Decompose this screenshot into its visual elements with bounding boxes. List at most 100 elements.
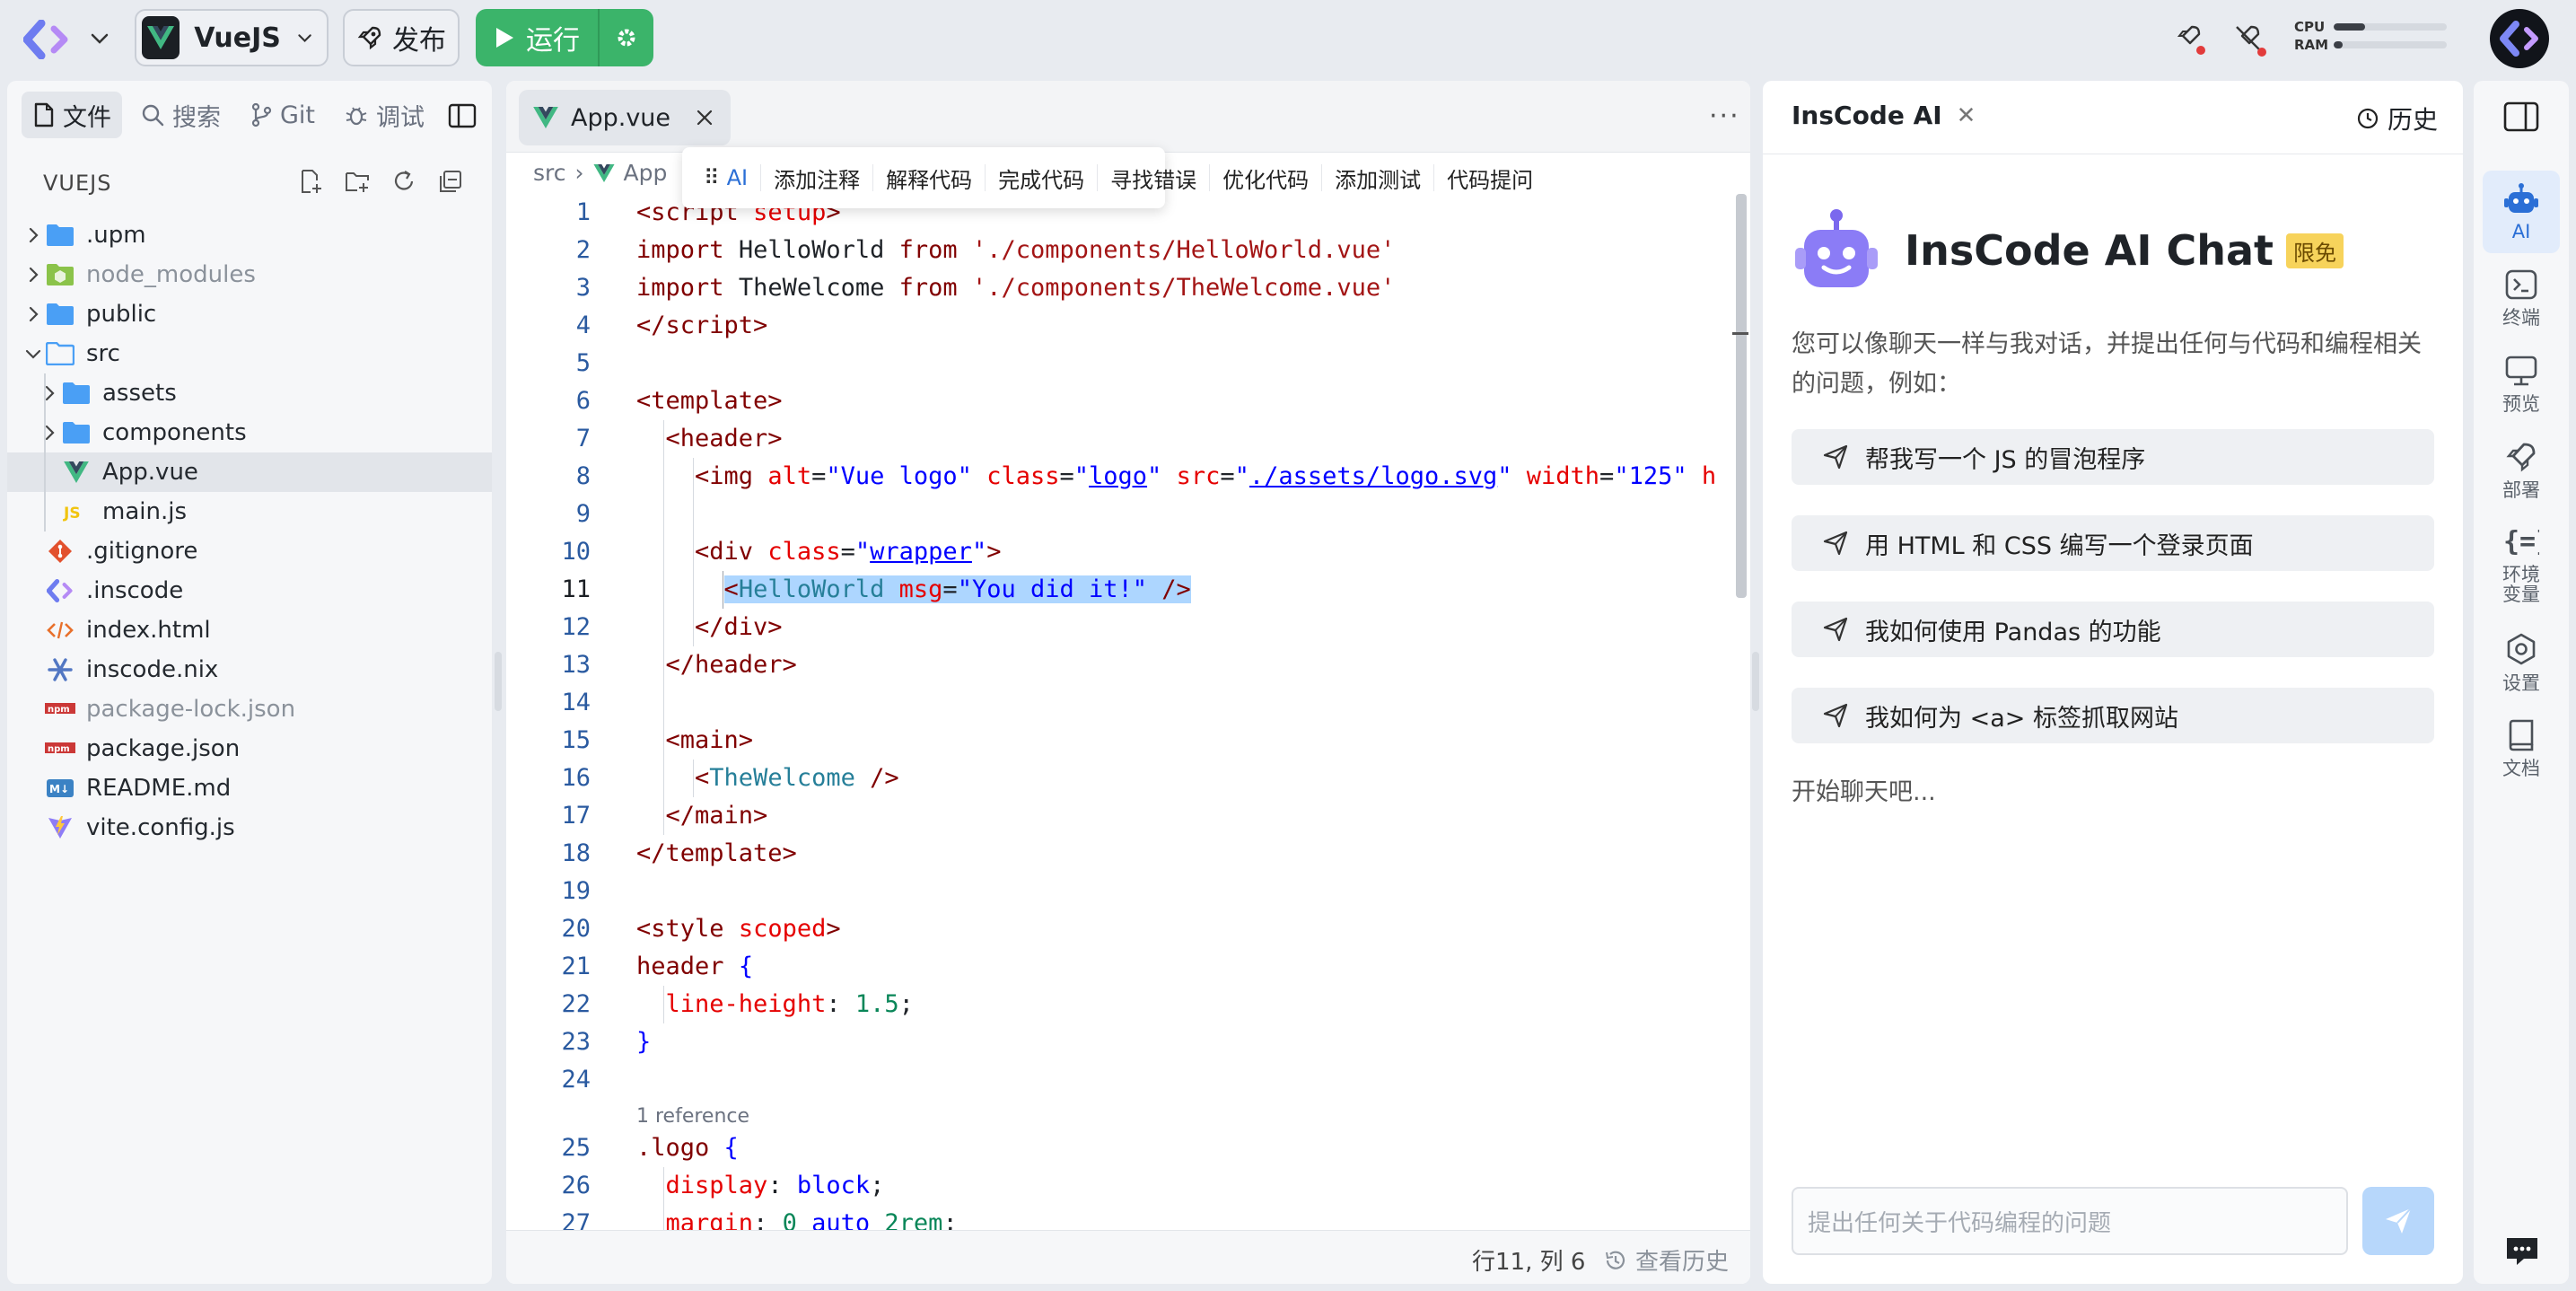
left-splitter-handle[interactable] [495, 652, 502, 711]
file-tree-item[interactable]: index.html [7, 610, 492, 650]
user-avatar[interactable] [2490, 9, 2549, 68]
chevron-right-icon[interactable] [22, 224, 45, 247]
npm-file-icon: npm [45, 697, 75, 722]
rail-item-settings[interactable]: 设置 [2483, 621, 2560, 704]
run-settings-button[interactable] [598, 9, 653, 66]
new-folder-icon [346, 172, 369, 192]
new-folder-button[interactable] [343, 167, 372, 196]
folder-icon [45, 223, 75, 248]
view-history-button[interactable]: 查看历史 [1603, 1243, 1729, 1277]
file-tree-label: main.js [102, 498, 187, 525]
code-line: <style scoped> [636, 915, 841, 943]
rail-item-robot[interactable]: AI [2483, 171, 2560, 253]
chevron-right-icon[interactable] [38, 382, 61, 405]
rail-item-terminal[interactable]: 终端 [2483, 257, 2560, 339]
file-tree-item[interactable]: node_modules [7, 255, 492, 294]
deploy-status-icon[interactable] [2170, 20, 2210, 59]
collapse-all-button[interactable] [436, 167, 465, 196]
code-lens-references[interactable]: 1 reference [636, 1099, 1740, 1129]
cursor-position[interactable]: 行11, 列 6 [1472, 1243, 1585, 1277]
chat-hero-title-text: InsCode AI Chat [1905, 226, 2274, 275]
braces-icon: {=} [2503, 525, 2552, 561]
breadcrumb-item[interactable]: src [533, 160, 566, 186]
ai-toolbar-action[interactable]: 代码提问 [1434, 164, 1546, 193]
new-file-button[interactable] [296, 167, 325, 196]
breadcrumb-item[interactable]: App [624, 160, 668, 186]
more-actions-icon[interactable]: ··· [1709, 101, 1740, 132]
ai-toolbar-action[interactable]: 寻找错误 [1098, 164, 1211, 193]
publish-button[interactable]: 发布 [343, 9, 460, 66]
chevron-down-icon[interactable] [86, 25, 113, 52]
file-tree-item[interactable]: public [7, 294, 492, 334]
robot-icon [2503, 182, 2539, 218]
file-tree-item[interactable]: .upm [7, 215, 492, 255]
vertical-scrollbar[interactable] [1736, 194, 1747, 598]
tab-search[interactable]: 搜索 [129, 92, 232, 138]
file-tree-label: package.json [86, 735, 241, 762]
file-tree-item[interactable]: .inscode [7, 571, 492, 610]
ai-toolbar-handle[interactable]: ⠿ AI [691, 164, 762, 191]
file-tree-item[interactable]: JS main.js [7, 492, 492, 531]
line-number: 8 [575, 462, 591, 490]
close-icon[interactable]: ✕ [1957, 102, 1976, 129]
tab-debug[interactable]: 调试 [333, 92, 435, 138]
send-button[interactable] [2362, 1187, 2434, 1255]
line-number: 20 [561, 915, 591, 943]
file-tree-label: src [86, 340, 120, 367]
code-line-current: <HelloWorld msg="You did it!" /> [636, 571, 1740, 609]
deploy-disabled-icon[interactable] [2230, 20, 2269, 59]
chevron-right-icon[interactable] [22, 303, 45, 326]
file-tree-item[interactable]: M↓ README.md [7, 768, 492, 808]
file-tree-item[interactable]: npm package-lock.json [7, 689, 492, 729]
tab-git-label: Git [280, 101, 316, 129]
file-tree-item[interactable]: assets [7, 373, 492, 413]
toggle-sidebar-icon[interactable] [447, 101, 478, 131]
chat-history-button[interactable]: 历史 [2355, 101, 2438, 136]
chevron-down-icon[interactable] [22, 342, 45, 365]
nix-file-icon [45, 657, 75, 682]
file-tree-item[interactable]: App.vue [7, 452, 492, 492]
drag-handle-icon[interactable]: ⠿ [704, 165, 720, 190]
project-switcher-button[interactable]: VueJS [135, 9, 329, 66]
suggestion-button[interactable]: 帮我写一个 JS 的冒泡程序 [1792, 429, 2434, 485]
rail-item-book[interactable]: 文档 [2483, 707, 2560, 790]
ai-toolbar-action[interactable]: 解释代码 [873, 164, 986, 193]
inscode-logo-icon[interactable] [23, 20, 70, 59]
ai-toolbar-action[interactable]: 完成代码 [986, 164, 1099, 193]
ai-toolbar-action[interactable]: 优化代码 [1210, 164, 1323, 193]
vue-logo-icon [142, 16, 180, 59]
rail-item-braces[interactable]: {=} 环境 变量 [2483, 515, 2560, 614]
code-line: display: block; [636, 1167, 1740, 1205]
file-tree-item[interactable]: components [7, 413, 492, 452]
chat-input[interactable]: 提出任何关于代码编程的问题 [1792, 1187, 2348, 1255]
right-splitter-handle[interactable] [1752, 652, 1759, 711]
feedback-chat-icon[interactable] [2504, 1235, 2540, 1268]
file-tree-item[interactable]: inscode.nix [7, 650, 492, 689]
new-file-icon [302, 170, 321, 193]
tab-files[interactable]: 文件 [22, 92, 122, 138]
suggestion-button[interactable]: 我如何使用 Pandas 的功能 [1792, 602, 2434, 657]
file-tree-item[interactable]: npm package.json [7, 729, 492, 768]
suggestion-button[interactable]: 用 HTML 和 CSS 编写一个登录页面 [1792, 515, 2434, 571]
close-icon[interactable] [693, 106, 716, 129]
file-tree-item[interactable]: .gitignore [7, 531, 492, 571]
chat-panel-tab[interactable]: InsCode AI ✕ [1792, 101, 1976, 130]
suggestion-button[interactable]: 我如何为 <a> 标签抓取网站 [1792, 688, 2434, 743]
tab-git[interactable]: Git [239, 92, 326, 138]
run-button[interactable]: 运行 [476, 9, 598, 66]
editor-tab-app-vue[interactable]: App.vue [519, 90, 731, 145]
ai-toolbar-action[interactable]: 添加注释 [761, 164, 874, 193]
code-content[interactable]: <script setup> import HelloWorld from '.… [636, 194, 1740, 1243]
chevron-right-icon[interactable] [22, 263, 45, 286]
chevron-right-icon[interactable] [38, 421, 61, 444]
rail-item-rocket[interactable]: 部署 [2483, 429, 2560, 512]
rail-item-monitor[interactable]: 预览 [2483, 343, 2560, 426]
file-tree-item[interactable]: vite.config.js [7, 808, 492, 847]
line-number: 6 [575, 387, 591, 415]
file-tree-item[interactable]: src [7, 334, 492, 373]
tree-indent-guide [44, 452, 46, 492]
toggle-panel-icon[interactable] [2502, 101, 2540, 133]
ai-toolbar-action[interactable]: 添加测试 [1322, 164, 1435, 193]
refresh-button[interactable] [390, 167, 418, 196]
